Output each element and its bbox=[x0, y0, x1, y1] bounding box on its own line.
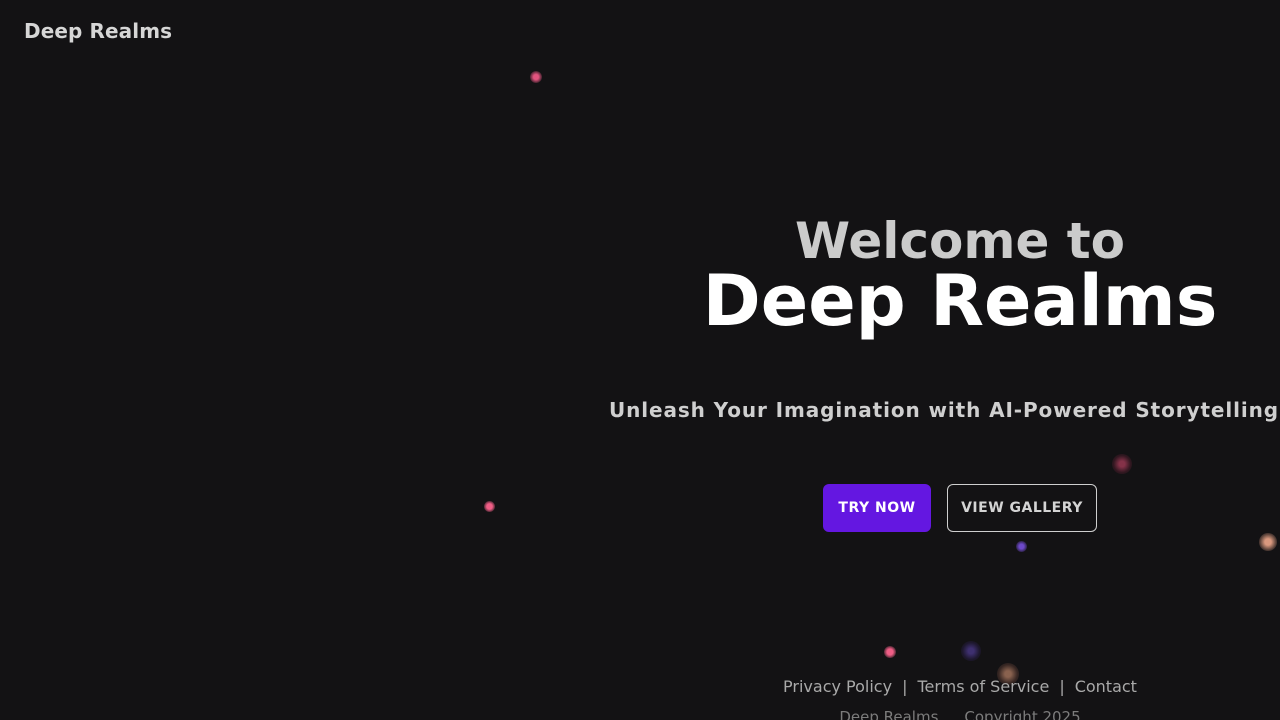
particle-dot bbox=[530, 71, 542, 83]
footer-links: Privacy Policy | Terms of Service | Cont… bbox=[640, 677, 1280, 696]
particle-dot bbox=[484, 501, 495, 512]
particle-dot bbox=[1259, 533, 1277, 551]
particle-dot bbox=[884, 646, 896, 658]
particle-dot bbox=[961, 641, 981, 661]
particle-dot bbox=[1112, 454, 1132, 474]
landing-page: Deep Realms Welcome to Deep Realms Unlea… bbox=[0, 0, 1280, 720]
hero-subtitle: Unleash Your Imagination with AI-Powered… bbox=[608, 398, 1279, 422]
privacy-policy-link[interactable]: Privacy Policy bbox=[783, 677, 892, 696]
terms-of-service-link[interactable]: Terms of Service bbox=[917, 677, 1049, 696]
copyright-brand: Deep Realms bbox=[839, 708, 939, 720]
contact-link[interactable]: Contact bbox=[1075, 677, 1137, 696]
view-gallery-button[interactable]: VIEW GALLERY bbox=[947, 484, 1097, 532]
footer-copyright: Deep Realms Copyright 2025 bbox=[640, 708, 1280, 720]
try-now-button[interactable]: TRY NOW bbox=[823, 484, 931, 532]
brand-logo[interactable]: Deep Realms bbox=[24, 19, 172, 43]
footer-separator: | bbox=[1059, 677, 1065, 696]
hero-title: Deep Realms bbox=[702, 260, 1218, 342]
particle-dot bbox=[1016, 541, 1027, 552]
copyright-text: Copyright 2025 bbox=[964, 708, 1081, 720]
footer-separator: | bbox=[902, 677, 908, 696]
